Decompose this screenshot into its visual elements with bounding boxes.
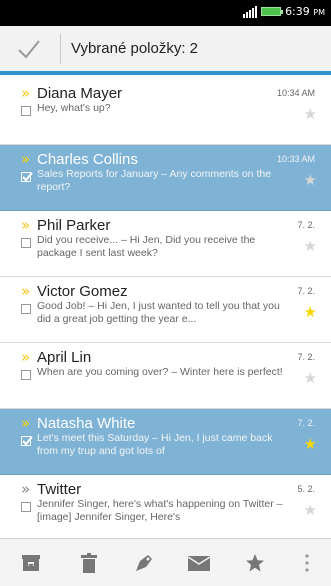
clock-time: 6:39 — [285, 5, 310, 18]
star-button[interactable] — [241, 549, 269, 577]
thread-chevron-icon: » — [21, 282, 31, 300]
mail-date: 10:33 AM — [276, 154, 315, 164]
signal-icon — [243, 5, 258, 18]
star-toggle-icon[interactable]: ★ — [304, 107, 317, 122]
checkmark-icon — [22, 436, 33, 446]
archive-button[interactable] — [17, 549, 45, 577]
mail-checkbox[interactable] — [21, 106, 31, 116]
mail-sender: Twitter — [37, 481, 82, 498]
mail-item[interactable]: » Victor Gomez 7. 2. Good Job! – Hi Jen, I … — [0, 277, 331, 343]
mail-checkbox[interactable] — [21, 238, 31, 248]
archive-icon — [22, 555, 40, 571]
trash-icon — [81, 553, 97, 573]
mail-date: 10:34 AM — [276, 88, 315, 98]
star-toggle-icon[interactable]: ★ — [304, 305, 317, 320]
mail-date: 7. 2. — [297, 286, 315, 296]
thread-chevron-icon: » — [21, 216, 31, 234]
mail-preview: Let's meet this Saturday – Hi Jen, I jus… — [37, 432, 273, 457]
clock-ampm: PM — [313, 8, 325, 17]
more-icon — [305, 554, 309, 572]
header-divider — [60, 34, 61, 64]
star-toggle-icon[interactable]: ★ — [304, 173, 317, 188]
mail-preview: Hey, what's up? — [37, 102, 111, 114]
mail-date: 7. 2. — [297, 352, 315, 362]
selection-header: Vybrané položky: 2 — [0, 26, 331, 75]
mail-item[interactable]: » Charles Collins 10:33 AM Sales Reports fo… — [0, 145, 331, 211]
status-icons: 6:39 PM — [243, 5, 325, 18]
mail-sender: Natasha White — [37, 415, 136, 432]
mail-sender: Phil Parker — [37, 217, 111, 234]
mail-item[interactable]: » Phil Parker 7. 2. Did you receive... – Hi… — [0, 211, 331, 277]
checkmark-done-icon[interactable] — [17, 39, 41, 59]
battery-icon — [261, 7, 284, 16]
mail-item[interactable]: » Natasha White 7. 2. Let's meet this Satur… — [0, 409, 331, 475]
star-icon — [246, 554, 264, 572]
mail-item[interactable]: » Twitter 5. 2. Jennifer Singer, here's wha… — [0, 475, 331, 538]
mail-checkbox[interactable] — [21, 502, 31, 512]
mail-date: 7. 2. — [297, 418, 315, 428]
mail-checkbox[interactable] — [21, 172, 33, 182]
checkmark-icon — [22, 172, 33, 182]
mail-sender: Victor Gomez — [37, 283, 128, 300]
mail-preview: When are you coming over? – Winter here … — [37, 366, 283, 378]
thread-chevron-icon: » — [21, 414, 31, 432]
mail-item[interactable]: » Diana Mayer 10:34 AM Hey, what's up? ★ — [0, 79, 331, 145]
envelope-icon — [188, 556, 210, 571]
label-button[interactable] — [130, 549, 158, 577]
mail-preview: Sales Reports for January – Any comments… — [37, 168, 272, 193]
thread-chevron-icon: » — [21, 348, 31, 366]
thread-chevron-icon: » — [21, 84, 31, 102]
mail-date: 7. 2. — [297, 220, 315, 230]
mail-preview: Did you receive... – Hi Jen, Did you rec… — [37, 234, 256, 259]
thread-chevron-icon: » — [21, 150, 31, 168]
mail-sender: Charles Collins — [37, 151, 138, 168]
bottom-toolbar — [0, 538, 331, 586]
status-clock: 6:39 PM — [285, 5, 325, 18]
mail-checkbox[interactable] — [21, 304, 31, 314]
selection-count-title: Vybrané položky: 2 — [71, 40, 199, 57]
status-bar: 6:39 PM — [0, 0, 331, 26]
mail-preview: Jennifer Singer, here's what's happening… — [37, 498, 283, 523]
more-options-button[interactable] — [293, 549, 321, 577]
thread-chevron-icon: » — [21, 480, 31, 498]
mail-checkbox[interactable] — [21, 370, 31, 380]
star-toggle-icon[interactable]: ★ — [304, 437, 317, 452]
star-toggle-icon[interactable]: ★ — [304, 239, 317, 254]
mark-read-button[interactable] — [185, 549, 213, 577]
star-toggle-icon[interactable]: ★ — [304, 503, 317, 518]
mail-sender: April Lin — [37, 349, 92, 366]
mail-date: 5. 2. — [297, 484, 315, 494]
mail-item[interactable]: » April Lin 7. 2. When are you coming over?… — [0, 343, 331, 409]
mail-list: » Diana Mayer 10:34 AM Hey, what's up? ★ » Cha… — [0, 79, 331, 538]
delete-button[interactable] — [75, 549, 103, 577]
label-icon — [136, 555, 152, 571]
star-toggle-icon[interactable]: ★ — [304, 371, 317, 386]
mail-checkbox[interactable] — [21, 436, 33, 446]
mail-sender: Diana Mayer — [37, 85, 123, 102]
mail-preview: Good Job! – Hi Jen, I just wanted to tel… — [37, 300, 280, 325]
